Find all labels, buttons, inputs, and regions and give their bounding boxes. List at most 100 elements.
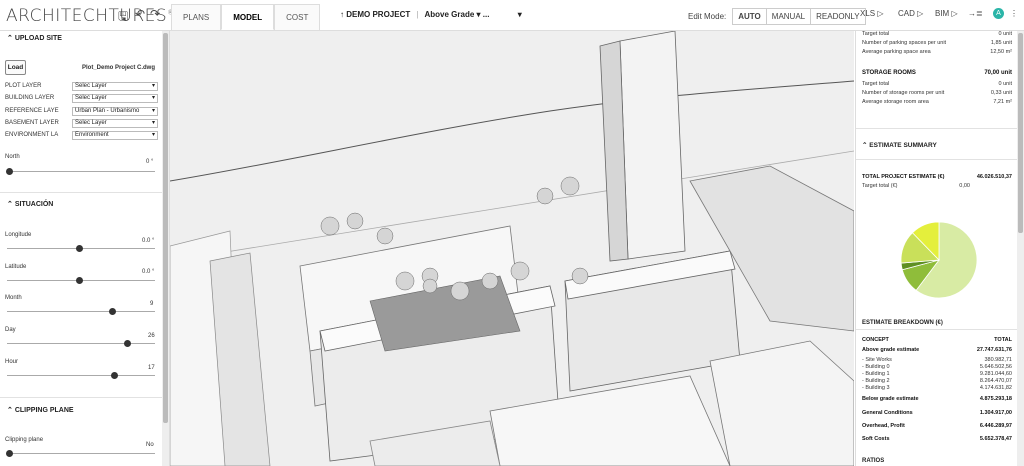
day-label: Day: [5, 327, 16, 333]
model-viewport[interactable]: [170, 31, 854, 466]
level-selector[interactable]: Above Grade ▾ ...: [425, 10, 490, 19]
parking-target-row: Target total 0 unit: [862, 31, 1012, 37]
menu-dots-icon[interactable]: ⋮: [1010, 9, 1018, 18]
upload-site-header[interactable]: ⌃ UPLOAD SITE: [0, 31, 160, 47]
city-model-illustration: [170, 31, 854, 466]
top-bar: ARCHITECHTURES® 🖫 ↶ ↷ PLANS MODEL COST ↑…: [0, 0, 1024, 31]
total-estimate-row: TOTAL PROJECT ESTIMATE (€) 46.026.510,37: [862, 174, 1012, 180]
environment-layer-select[interactable]: Environment: [72, 131, 158, 140]
hour-slider-handle[interactable]: [111, 372, 118, 379]
separator: |: [416, 10, 419, 19]
clipping-plane-value: No: [146, 442, 154, 448]
breakdown-concept: - Building 0: [862, 364, 890, 370]
tab-cost[interactable]: COST: [274, 4, 321, 30]
breakdown-concept: - Building 3: [862, 385, 890, 391]
breakdown-total: 5.652.378,47: [979, 436, 1012, 442]
total-column-header: TOTAL: [994, 337, 1012, 343]
storage-per-unit-row: Number of storage rooms per unit 0,33 uni…: [862, 90, 1012, 96]
basement-layer-select[interactable]: Selec Layer: [72, 119, 158, 128]
project-name: DEMO PROJECT: [346, 10, 411, 19]
right-panel-scrollbar-thumb[interactable]: [1018, 33, 1023, 233]
breakdown-row: - Building 3 4.174.631,82: [862, 385, 1012, 391]
parking-per-unit-row: Number of parking spaces per unit 1,85 un…: [862, 40, 1012, 46]
clipping-plane-slider[interactable]: [7, 453, 155, 454]
breakdown-total: 4.174.631,82: [979, 385, 1012, 391]
list-export-button[interactable]: →≣: [968, 9, 983, 18]
undo-icon[interactable]: ↶: [135, 7, 145, 21]
level-label: Above Grade: [424, 10, 475, 19]
breakdown-total: 9.281.044,60: [979, 371, 1012, 377]
tab-plans[interactable]: PLANS: [171, 4, 222, 30]
total-value: 46.026.510,37: [976, 174, 1012, 180]
clipping-plane-header[interactable]: ⌃ CLIPPING PLANE: [0, 403, 160, 419]
chevron-down-icon[interactable]: ▾: [518, 10, 522, 19]
building-layer-label: BUILDING LAYER: [5, 95, 55, 101]
divider: [0, 192, 162, 193]
row-value: 7,21 m²: [993, 99, 1012, 105]
breakdown-row: - Site Works 380.982,71: [862, 357, 1012, 363]
situacion-header[interactable]: ⌃ SITUACIÓN: [0, 197, 160, 213]
day-slider[interactable]: [7, 343, 155, 344]
latitude-slider-handle[interactable]: [76, 277, 83, 284]
avatar[interactable]: A: [993, 8, 1004, 19]
project-selector[interactable]: ↑ DEMO PROJECT | Above Grade ▾ ... ▾: [340, 10, 522, 19]
north-label: North: [5, 154, 20, 160]
floppy-icon[interactable]: 🖫: [118, 7, 128, 28]
breakdown-total: 6.446.289,97: [979, 423, 1012, 429]
hour-slider[interactable]: [7, 375, 155, 376]
storage-title: STORAGE ROOMS: [862, 70, 916, 76]
more-text: ...: [482, 10, 490, 19]
export-cad-button[interactable]: CAD ▷: [898, 9, 923, 18]
breakdown-concept: Above grade estimate: [862, 347, 920, 353]
total-label: TOTAL PROJECT ESTIMATE (€): [862, 174, 945, 180]
target-value: 0,00: [959, 183, 970, 189]
redo-icon[interactable]: ↷: [150, 7, 160, 21]
view-tabs: PLANS MODEL COST: [171, 4, 321, 30]
row-value: 12,50 m²: [990, 49, 1012, 55]
reference-layer-label: REFERENCE LAYE: [5, 108, 59, 114]
chevron-up-icon: ⌃: [862, 142, 868, 149]
app-logo[interactable]: ARCHITECHTURES®: [6, 6, 174, 26]
row-label: Average storage room area: [862, 99, 929, 105]
row-value: 0,33 unit: [990, 90, 1012, 96]
edit-mode-manual[interactable]: MANUAL: [765, 8, 812, 25]
chevron-up-icon: ⌃: [7, 35, 13, 42]
tab-model[interactable]: MODEL: [221, 4, 275, 30]
month-slider[interactable]: [7, 311, 155, 312]
longitude-slider-handle[interactable]: [76, 245, 83, 252]
north-slider-handle[interactable]: [6, 168, 13, 175]
plot-layer-label: PLOT LAYER: [5, 83, 42, 89]
latitude-value: 0.0 °: [142, 269, 155, 275]
ratios-title: RATIOS: [862, 458, 885, 464]
reference-layer-select[interactable]: Urban Plan - Urbanismo: [72, 107, 158, 116]
clipping-plane-slider-handle[interactable]: [6, 450, 13, 457]
estimate-summary-header[interactable]: ⌃ ESTIMATE SUMMARY: [862, 141, 937, 149]
month-slider-handle[interactable]: [109, 308, 116, 315]
breakdown-concept: - Building 1: [862, 371, 890, 377]
row-value: 0 unit: [998, 31, 1012, 37]
target-total-row: Target total (€) 0,00: [862, 183, 970, 189]
row-label: Number of parking spaces per unit: [862, 40, 947, 46]
load-button[interactable]: Load: [5, 60, 26, 75]
breakdown-total: 4.875.293,18: [979, 396, 1012, 402]
estimate-pie-chart: [900, 221, 978, 299]
estimate-breakdown-title: ESTIMATE BREAKDOWN (€): [862, 320, 943, 326]
sidebar-scrollbar-thumb[interactable]: [163, 33, 168, 423]
plot-layer-select[interactable]: Selec Layer: [72, 82, 158, 91]
day-slider-handle[interactable]: [124, 340, 131, 347]
breakdown-row: - Building 0 5.646.502,56: [862, 364, 1012, 370]
right-panel: Target total 0 unit Number of parking spa…: [855, 31, 1017, 466]
export-xls-button[interactable]: XLS ▷: [860, 9, 884, 18]
hour-label: Hour: [5, 359, 19, 365]
building-layer-select[interactable]: Selec Layer: [72, 94, 158, 103]
environment-layer-label: ENVIRONMENT LA: [5, 132, 59, 138]
latitude-label: Latitude: [5, 264, 27, 270]
edit-mode-auto[interactable]: AUTO: [732, 8, 767, 25]
divider: [0, 397, 162, 398]
breakdown-concept: Below grade estimate: [862, 396, 919, 402]
north-slider[interactable]: [7, 171, 155, 172]
breakdown-row: Overhead, Profit 6.446.289,97: [862, 423, 1012, 429]
left-sidebar: ⌃ UPLOAD SITE Load Plot_Demo Project C.d…: [0, 31, 170, 466]
export-bim-button[interactable]: BIM ▷: [935, 9, 958, 18]
edit-mode-readonly[interactable]: READONLY: [810, 8, 866, 25]
